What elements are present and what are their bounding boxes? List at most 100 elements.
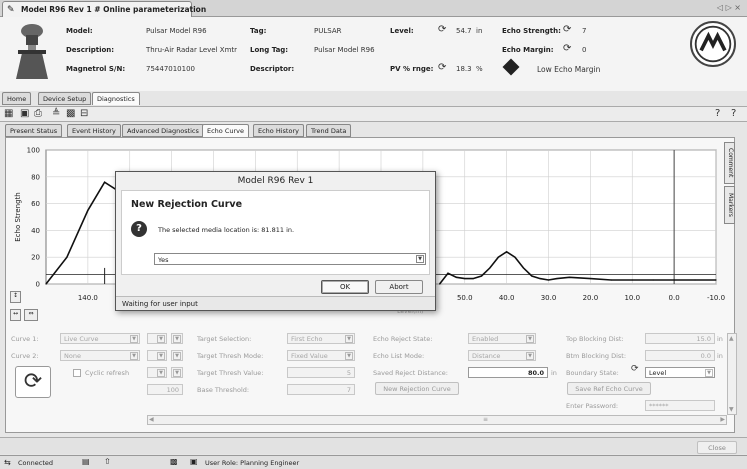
tab-echo-history[interactable]: Echo History [253,124,304,137]
curve-option-select[interactable]: ▼ [147,367,167,378]
curve1-color-select[interactable]: ▼ [147,333,167,344]
chevron-down-icon: ▼ [157,352,165,360]
top-blocking-unit: in [717,335,723,343]
save-icon[interactable]: ▣ [20,108,29,119]
tab-trend-data[interactable]: Trend Data [306,124,352,137]
password-field[interactable]: ****** [645,400,715,411]
horizontal-scrollbar[interactable]: ◀ ≡ ▶ [147,415,727,425]
print-icon[interactable]: ⎙ [34,108,42,119]
window-nav-icons[interactable]: ◁ ▷ × [717,3,741,12]
target-thresh-mode-label: Target Thresh Mode: [197,352,264,360]
export-icon[interactable]: ⊟ [80,108,88,119]
descriptor-label: Descriptor: [250,65,295,73]
tab-home[interactable]: Home [2,92,32,105]
new-rejection-curve-button[interactable]: New Rejection Curve [375,382,459,395]
image-icon[interactable]: ▩ [66,108,75,119]
chevron-down-icon: ▼ [173,335,181,343]
tab-present-status[interactable]: Present Status [5,124,63,137]
comment-side-tab[interactable]: Comment [724,142,735,184]
ok-button[interactable]: OK [321,280,369,294]
long-tag-label: Long Tag: [250,46,289,54]
level-value: 54.7 [456,27,472,35]
refresh-icon: ⟳ [438,62,447,73]
scroll-right-icon[interactable]: ▶ [720,416,725,423]
curve2-label: Curve 2: [11,352,39,360]
new-rejection-curve-dialog: Model R96 Rev 1 New Rejection Curve ? Th… [115,171,436,311]
zoom-vertical-button[interactable]: ↕ [10,291,21,303]
scroll-thumb[interactable]: ≡ [483,416,488,423]
help-context-icon[interactable]: ? [731,108,736,119]
layers-icon[interactable]: ≜ [52,108,60,119]
base-value-field[interactable]: 100 [147,384,183,395]
dialog-status: Waiting for user input [116,296,435,310]
curve-point [489,267,491,269]
curve-point [610,279,612,281]
btm-blocking-field[interactable]: 0.0 [645,350,715,361]
top-blocking-label: Top Blocking Dist: [566,335,624,343]
curve-point [66,256,68,258]
vertical-scrollbar[interactable]: ▲ ▼ [727,333,737,415]
markers-side-tab[interactable]: Markers [724,186,735,224]
tab-diagnostics[interactable]: Diagnostics [92,92,140,105]
chevron-down-icon: ▼ [526,335,534,343]
curve2-select[interactable]: None ▼ [60,350,140,361]
tag-value: PULSAR [314,27,342,35]
saved-reject-distance-field[interactable]: 80.0 [468,367,548,378]
zoom-reset-button[interactable]: ⇔ [24,309,38,321]
curve1-select[interactable]: Live Curve ▼ [60,333,140,344]
curve-point [104,181,106,183]
refresh-icon: ⟳ [563,43,572,54]
scroll-up-icon[interactable]: ▲ [729,335,734,342]
echo-list-mode-select[interactable]: Distance ▼ [468,350,536,361]
refresh-icon: ⟳ [438,24,447,35]
grid-view-icon[interactable]: ▦ [4,108,13,119]
serial-value: 75447010100 [146,65,195,73]
dialog-title: Model R96 Rev 1 [237,176,314,186]
y-axis-label: Echo Strength [14,192,22,242]
refresh-curve-button[interactable]: ⟳ [15,366,51,398]
scroll-down-icon[interactable]: ▼ [729,406,734,413]
y-tick-label: 100 [27,147,40,155]
tab-device-setup[interactable]: Device Setup [38,92,92,105]
target-thresh-value-field[interactable]: 5 [287,367,355,378]
target-thresh-mode-select[interactable]: Fixed Value ▼ [287,350,355,361]
main-tab-bar: Home Device Setup Diagnostics [0,91,747,105]
chevron-down-icon: ▼ [345,335,353,343]
curve1-style-select[interactable]: ▼ [171,333,183,344]
boundary-state-select[interactable]: Level ▼ [645,367,715,378]
tab-advanced-diagnostics[interactable]: Advanced Diagnostics [122,124,204,137]
close-bar: Close [0,437,747,454]
curve-option-select-2[interactable]: ▼ [171,367,183,378]
user-role: User Role: Planning Engineer [205,459,300,467]
document-tab-bar: ✎ Model R96 Rev 1 # Online parameterizat… [0,0,747,17]
document-tab[interactable]: ✎ Model R96 Rev 1 # Online parameterizat… [2,1,206,17]
connection-icon: ⇆ [4,458,11,467]
echo-curve-controls: Curve 1: Live Curve ▼ ▼ ▼ Curve 2: None ▼ … [5,330,737,433]
top-blocking-field[interactable]: 15.0 [645,333,715,344]
save-ref-echo-curve-button[interactable]: Save Ref Echo Curve [567,382,651,395]
abort-button[interactable]: Abort [375,280,423,294]
base-threshold-field[interactable]: 7 [287,384,355,395]
tab-echo-curve[interactable]: Echo Curve [202,124,250,137]
target-selection-select[interactable]: First Echo ▼ [287,333,355,344]
echo-strength-value: 7 [582,27,587,35]
x-tick-label: 10.0 [624,294,640,302]
help-icon[interactable]: ? [715,108,720,119]
curve-point [652,279,654,281]
close-button[interactable]: Close [697,441,737,454]
chevron-down-icon: ▼ [173,352,181,360]
curve-point [455,276,457,278]
x-tick-label: 40.0 [499,294,515,302]
target-thresh-value-label: Target Thresh Value: [197,369,264,377]
chevron-down-icon: ▼ [130,352,138,360]
curve2-color-select[interactable]: ▼ [147,350,167,361]
echo-margin-label: Echo Margin: [502,46,554,54]
tab-event-history[interactable]: Event History [67,124,121,137]
cyclic-refresh-checkbox[interactable] [73,369,81,377]
pv-range-value: 18.3 [456,65,472,73]
media-location-select[interactable]: Yes ▼ [154,253,426,265]
zoom-horizontal-button[interactable]: ↔ [10,309,21,321]
echo-reject-state-select[interactable]: Enabled ▼ [468,333,536,344]
curve2-style-select[interactable]: ▼ [171,350,183,361]
scroll-left-icon[interactable]: ◀ [149,416,154,423]
